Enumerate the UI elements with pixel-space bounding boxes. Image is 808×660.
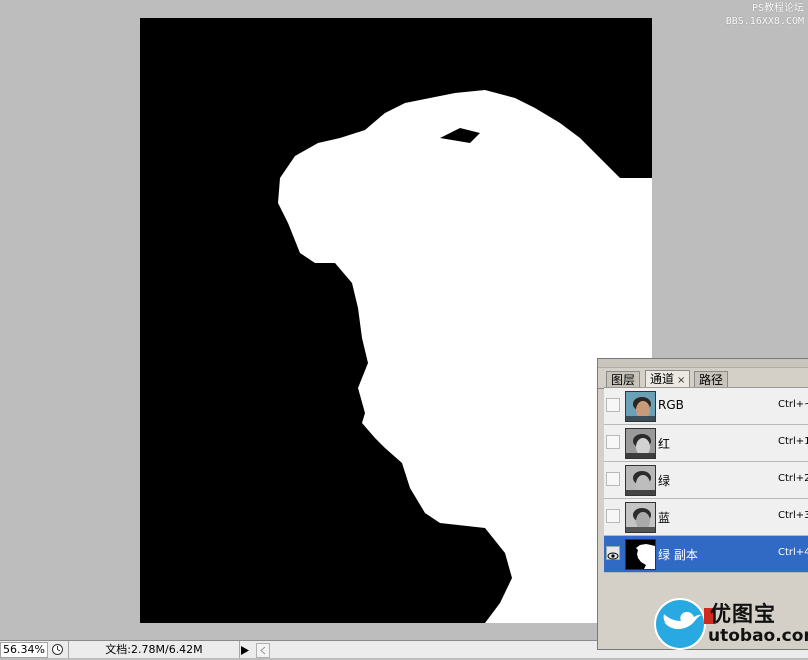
site-logo: 优图宝 utobao.com bbox=[652, 596, 808, 652]
channel-row-rgb[interactable]: RGB Ctrl+~ bbox=[604, 388, 808, 425]
channel-shortcut: Ctrl+2 bbox=[778, 473, 808, 484]
channel-thumbnail bbox=[625, 465, 656, 496]
eye-icon bbox=[607, 552, 619, 560]
close-icon[interactable]: × bbox=[677, 375, 685, 386]
visibility-toggle[interactable] bbox=[606, 472, 620, 486]
watermark-line1: PS教程论坛 bbox=[751, 3, 804, 14]
zoom-field[interactable]: 56.34% bbox=[0, 642, 48, 658]
visibility-toggle[interactable] bbox=[606, 398, 620, 412]
channel-row-blue[interactable]: 蓝 Ctrl+3 bbox=[604, 499, 808, 536]
play-arrow-icon[interactable] bbox=[241, 645, 249, 658]
bird-logo-icon bbox=[654, 598, 706, 650]
channel-name: RGB bbox=[658, 398, 684, 412]
channel-name: 蓝 bbox=[658, 511, 671, 525]
channel-shortcut: Ctrl+~ bbox=[778, 399, 808, 410]
document-canvas[interactable] bbox=[140, 18, 652, 623]
channel-row-green[interactable]: 绿 Ctrl+2 bbox=[604, 462, 808, 499]
channel-name: 绿 bbox=[658, 474, 671, 488]
panel-tabs: 图层 通道 × 路径 bbox=[598, 368, 808, 390]
document-size-info: 文档:2.78M/6.42M bbox=[68, 641, 240, 658]
channel-shortcut: Ctrl+1 bbox=[778, 436, 808, 447]
channel-name: 绿 副本 bbox=[658, 548, 698, 562]
status-info-icon[interactable] bbox=[51, 643, 64, 656]
watermark-line2: BBS.16XX8.COM bbox=[725, 16, 804, 27]
visibility-toggle[interactable] bbox=[606, 509, 620, 523]
channel-name: 红 bbox=[658, 437, 671, 451]
channel-row-red[interactable]: 红 Ctrl+1 bbox=[604, 425, 808, 462]
channel-thumbnail bbox=[625, 391, 656, 422]
silhouette-mask-image bbox=[140, 18, 652, 623]
tab-channels-label: 通道 bbox=[650, 372, 675, 386]
channel-shortcut: Ctrl+3 bbox=[778, 510, 808, 521]
scroll-left-button[interactable] bbox=[256, 643, 270, 658]
visibility-toggle[interactable] bbox=[606, 546, 620, 560]
tab-paths-label: 路径 bbox=[699, 373, 724, 387]
channel-row-green-copy[interactable]: 绿 副本 Ctrl+4 bbox=[604, 536, 808, 573]
panel-titlebar[interactable] bbox=[598, 359, 808, 368]
forum-watermark: PS教程论坛 BBS.16XX8.COM bbox=[726, 2, 804, 28]
channel-list: RGB Ctrl+~ 红 Ctrl+1 绿 Ctrl+2 蓝 Ctrl+3 bbox=[604, 387, 808, 573]
channel-thumbnail bbox=[625, 502, 656, 533]
channel-shortcut: Ctrl+4 bbox=[778, 547, 808, 558]
logo-url: utobao.com bbox=[708, 626, 808, 646]
channel-thumbnail bbox=[625, 428, 656, 459]
visibility-toggle[interactable] bbox=[606, 435, 620, 449]
tab-layers-label: 图层 bbox=[611, 373, 636, 387]
channel-thumbnail bbox=[625, 539, 656, 570]
logo-name: 优图宝 bbox=[710, 602, 776, 626]
